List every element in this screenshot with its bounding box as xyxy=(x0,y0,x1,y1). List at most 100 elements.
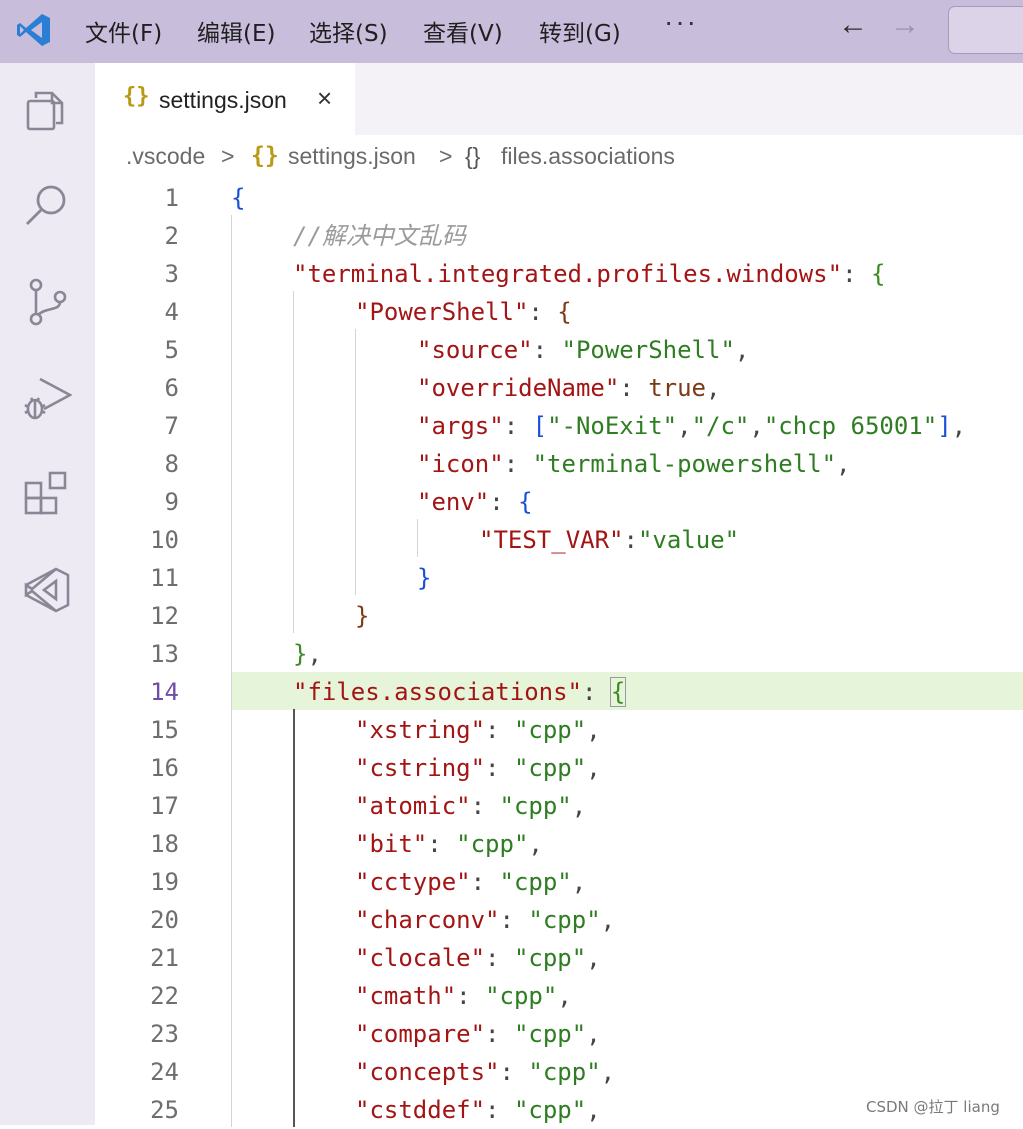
line-number: 6 xyxy=(164,374,179,402)
line-number: 9 xyxy=(164,488,179,516)
code-line[interactable]: 16 "cstring": "cpp", xyxy=(95,749,1023,787)
visual-studio-icon[interactable] xyxy=(22,565,72,615)
line-number: 20 xyxy=(150,906,179,934)
punctuation: , xyxy=(951,412,967,440)
code-line[interactable]: 14 "files.associations": { xyxy=(95,673,1023,711)
json-value: "cpp" xyxy=(456,830,529,858)
tab-bar: {} settings.json × xyxy=(95,63,1023,135)
json-key: "bit" xyxy=(355,830,428,858)
code-line[interactable]: 3 "terminal.integrated.profiles.windows":… xyxy=(95,255,1023,293)
code-line[interactable]: 10 "TEST_VAR":"value" xyxy=(95,521,1023,559)
code-text: "files.associations": { xyxy=(293,673,627,711)
code-line[interactable]: 1{ xyxy=(95,179,1023,217)
chevron-right-icon: > xyxy=(221,143,235,169)
json-value: true xyxy=(648,374,706,402)
code-text: "cstddef": "cpp", xyxy=(355,1091,601,1129)
code-line[interactable]: 19 "cctype": "cpp", xyxy=(95,863,1023,901)
menu-selection[interactable]: 选择(S) xyxy=(309,14,388,48)
code-line[interactable]: 17 "atomic": "cpp", xyxy=(95,787,1023,825)
extensions-icon[interactable] xyxy=(22,469,72,519)
line-number: 14 xyxy=(150,678,179,706)
code-text: { xyxy=(231,179,245,217)
code-line[interactable]: 20 "charconv": "cpp", xyxy=(95,901,1023,939)
code-editor[interactable]: 1{2//解决中文乱码 3 "terminal.integrated.profile… xyxy=(95,177,1023,1127)
line-number: 18 xyxy=(150,830,179,858)
activity-bar xyxy=(0,63,95,1125)
code-line[interactable]: 21 "clocale": "cpp", xyxy=(95,939,1023,977)
menu-go[interactable]: 转到(G) xyxy=(539,14,621,48)
close-icon[interactable]: × xyxy=(317,83,332,114)
line-number: 24 xyxy=(150,1058,179,1086)
code-line[interactable]: 8 "icon": "terminal-powershell", xyxy=(95,445,1023,483)
punctuation: : xyxy=(499,906,529,934)
json-value: "cpp" xyxy=(513,944,587,972)
breadcrumb-symbol[interactable]: files.associations xyxy=(501,143,675,170)
code-text: "source": "PowerShell", xyxy=(417,331,749,369)
code-text: "xstring": "cpp", xyxy=(355,711,601,749)
command-center-search-box[interactable] xyxy=(948,6,1023,54)
forward-arrow-icon[interactable]: → xyxy=(890,8,920,42)
punctuation: [ xyxy=(532,412,548,440)
json-key: "TEST_VAR" xyxy=(479,526,624,554)
json-value: "value" xyxy=(637,526,740,554)
punctuation: , xyxy=(749,412,764,440)
code-line[interactable]: 15 "xstring": "cpp", xyxy=(95,711,1023,749)
symbol-object-icon: {} xyxy=(465,143,481,169)
code-text: } xyxy=(355,597,369,635)
punctuation: ] xyxy=(937,412,952,440)
code-line[interactable]: 4 "PowerShell": { xyxy=(95,293,1023,331)
punctuation: } xyxy=(355,602,370,630)
breadcrumb-file[interactable]: settings.json xyxy=(288,143,416,170)
code-line[interactable]: 18 "bit": "cpp", xyxy=(95,825,1023,863)
punctuation: , xyxy=(571,792,587,820)
line-number: 11 xyxy=(150,564,179,592)
source-control-icon[interactable] xyxy=(22,277,72,327)
explorer-icon[interactable] xyxy=(22,85,72,135)
code-line[interactable]: 22 "cmath": "cpp", xyxy=(95,977,1023,1015)
line-number: 5 xyxy=(164,336,179,364)
watermark: CSDN @拉丁 liang xyxy=(866,1098,1000,1116)
run-debug-icon[interactable] xyxy=(22,373,72,423)
tab-settings-json[interactable]: {} settings.json × xyxy=(95,63,355,135)
vscode-logo-icon xyxy=(17,14,50,46)
punctuation: : xyxy=(470,868,500,896)
punctuation: { xyxy=(870,260,886,288)
json-key: "files.associations" xyxy=(293,678,582,706)
punctuation: , xyxy=(734,336,750,364)
punctuation: , xyxy=(586,1096,601,1124)
menu-edit[interactable]: 编辑(E) xyxy=(197,14,275,48)
code-line[interactable]: 6 "overrideName": true, xyxy=(95,369,1023,407)
code-line[interactable]: 11} xyxy=(95,559,1023,597)
json-key: "overrideName" xyxy=(417,374,620,402)
breadcrumb-folder[interactable]: .vscode xyxy=(126,143,205,170)
code-line[interactable]: 7 "args": ["-NoExit","/c","chcp 65001"], xyxy=(95,407,1023,445)
json-value: "/c" xyxy=(691,412,750,440)
menu-file[interactable]: 文件(F) xyxy=(85,14,162,48)
json-key: "concepts" xyxy=(355,1058,500,1086)
menu-more-button[interactable]: ··· xyxy=(664,6,698,38)
punctuation: , xyxy=(706,374,721,402)
code-line[interactable]: 23 "compare": "cpp", xyxy=(95,1015,1023,1053)
punctuation: : xyxy=(619,374,649,402)
code-line[interactable]: 13}, xyxy=(95,635,1023,673)
code-line[interactable]: 12} xyxy=(95,597,1023,635)
punctuation: : xyxy=(485,1020,514,1048)
code-line[interactable]: 5 "source": "PowerShell", xyxy=(95,331,1023,369)
code-line[interactable]: 2 //解决中文乱码 xyxy=(95,217,1023,255)
code-text: "atomic": "cpp", xyxy=(355,787,586,825)
search-icon[interactable] xyxy=(22,181,72,231)
code-line[interactable]: 9 "env": { xyxy=(95,483,1023,521)
punctuation: , xyxy=(586,754,601,782)
line-number: 23 xyxy=(150,1020,179,1048)
code-text: "compare": "cpp", xyxy=(355,1015,601,1053)
code-line[interactable]: 24 "concepts": "cpp", xyxy=(95,1053,1023,1091)
back-arrow-icon[interactable]: ← xyxy=(838,8,868,42)
json-key: "xstring" xyxy=(355,716,486,744)
punctuation: : xyxy=(581,678,611,706)
punctuation: : xyxy=(528,298,558,326)
menu-view[interactable]: 查看(V) xyxy=(423,14,503,48)
json-value: "cpp" xyxy=(528,906,601,934)
punctuation: : xyxy=(503,450,533,478)
punctuation: , xyxy=(586,716,601,744)
json-key: "compare" xyxy=(355,1020,486,1048)
